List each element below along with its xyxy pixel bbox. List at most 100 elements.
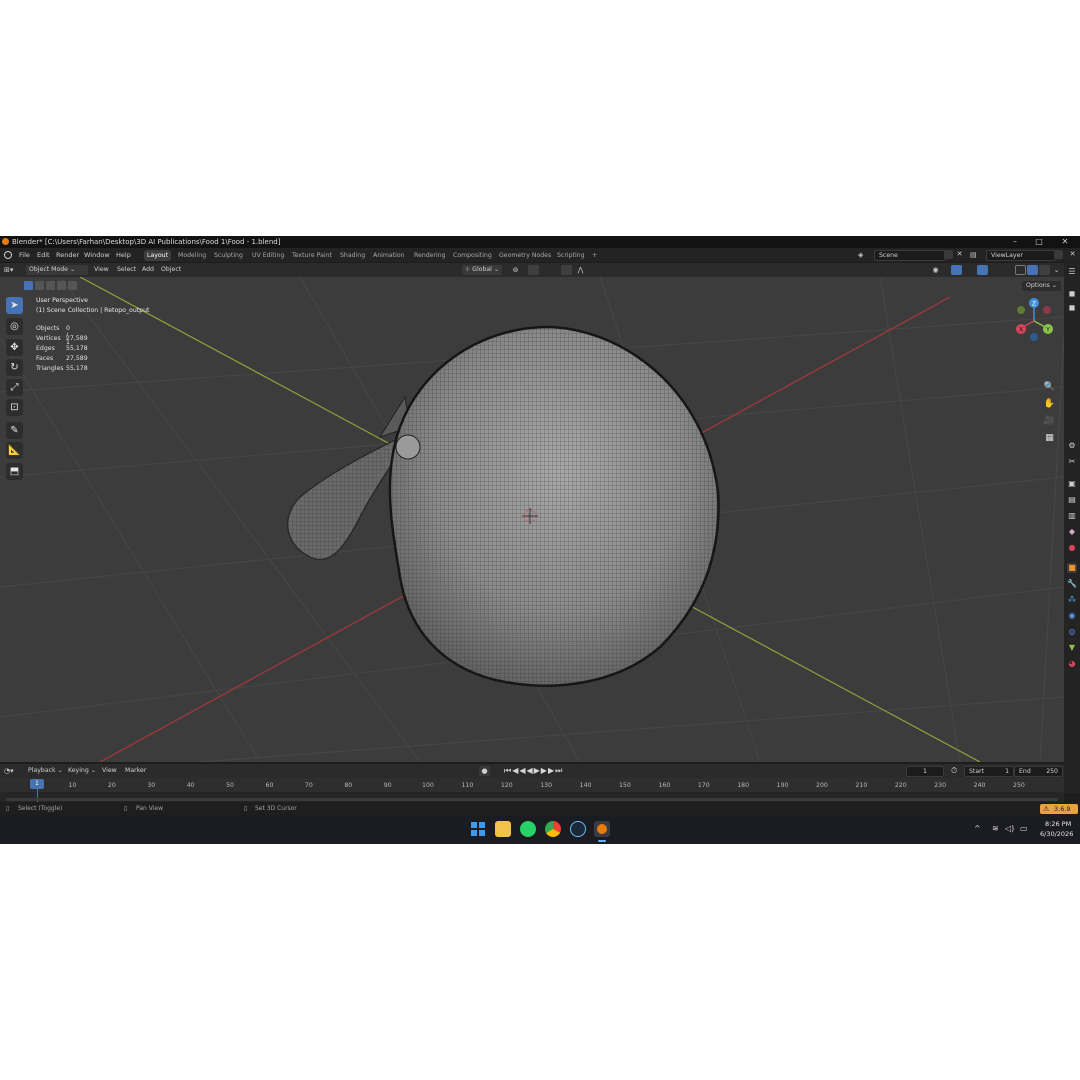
windows-start-icon[interactable] [470,821,486,837]
version-badge[interactable]: ⚠ 3.6.9 [1040,804,1078,814]
start-frame-field[interactable]: Start 1 [964,766,1014,777]
timeline-area[interactable]: 1 10 20 30 40 50 60 70 80 90 100 110 120 130 140 150 160… [0,778,1064,802]
editor-type-icon[interactable]: ⊞▾ [4,265,20,275]
select-tool-button[interactable]: ➤ [6,297,23,314]
perspective-toggle-icon[interactable]: ▦ [1043,432,1056,445]
menu-edit[interactable]: Edit [37,251,50,259]
object-mode-dropdown[interactable]: Object Mode ⌄ [26,265,88,275]
minimize-icon[interactable]: – [1004,237,1026,247]
shading-options-icon[interactable]: ⌄ [1051,265,1062,275]
menu-keying[interactable]: Keying ⌄ [65,766,99,776]
modifier-properties-icon[interactable]: 🔧 [1067,579,1077,589]
zoom-icon[interactable]: 🔍 [1043,381,1056,394]
select-invert-mode-icon[interactable] [57,281,66,290]
proportional-editing-icon[interactable] [561,265,572,275]
clock-time[interactable]: 8:26 PM [1045,820,1071,828]
tray-chevron-icon[interactable]: ^ [974,824,981,833]
view-layer-icon[interactable]: ▤ [970,251,984,259]
tab-texture-paint[interactable]: Texture Paint [289,250,335,261]
options-dropdown[interactable]: Options ⌄ [1022,281,1062,291]
xray-toggle-icon[interactable] [1001,265,1012,275]
maximize-icon[interactable]: □ [1028,237,1050,247]
pivot-point-icon[interactable]: ⊚ [510,265,521,275]
visibility-icon[interactable]: ◉ [930,265,941,275]
tab-animation[interactable]: Animation [370,250,408,261]
whatsapp-icon[interactable] [520,821,536,837]
battery-icon[interactable]: ▭ [1020,824,1028,833]
blender-taskbar-icon[interactable] [594,821,610,837]
wifi-icon[interactable]: ≋ [992,824,999,833]
pan-hand-icon[interactable]: ✋ [1043,398,1056,411]
view-layer-properties-icon[interactable]: ▥ [1067,511,1077,521]
tab-rendering[interactable]: Rendering [411,250,449,261]
camera-icon[interactable]: ◼ [1067,289,1077,299]
transform-tool-button[interactable]: ⊡ [6,399,23,416]
snap-icon[interactable] [528,265,539,275]
overlay-toggle-icon[interactable] [977,265,988,275]
select-extend-mode-icon[interactable] [35,281,44,290]
rotate-tool-button[interactable]: ↻ [6,359,23,376]
blender-menu-icon[interactable] [4,251,12,259]
world-properties-icon[interactable]: ● [1067,543,1077,553]
tab-geometry-nodes[interactable]: Geometry Nodes [496,250,554,261]
annotate-tool-button[interactable]: ✎ [6,422,23,439]
3d-viewport[interactable]: Z Y X User Perspective (1) Scene Collect… [0,277,1064,762]
physics-properties-icon[interactable]: ◉ [1067,611,1077,621]
snap-target-icon[interactable] [542,265,553,275]
scene-properties-icon[interactable]: ◆ [1067,527,1077,537]
menu-file[interactable]: File [19,251,30,259]
gizmo-toggle-icon[interactable] [951,265,962,275]
camera-view-icon[interactable]: 🎥 [1043,415,1056,428]
record-icon[interactable]: ● [479,766,490,776]
playback-controls[interactable]: ⏮◀◀◀▶▶▶⏭ [504,766,563,776]
new-view-layer-icon[interactable] [1054,250,1063,259]
particles-properties-icon[interactable]: ⁂ [1067,595,1077,605]
tab-uv-editing[interactable]: UV Editing [249,250,287,261]
current-frame-field[interactable]: 1 [906,766,944,777]
add-workspace-button[interactable]: + [589,250,600,261]
transform-orientation-dropdown[interactable]: ⊹ Global ⌄ [462,265,503,275]
material-preview-icon[interactable] [1039,265,1050,275]
scene-name-field[interactable]: Scene [874,250,946,261]
outliner-icon[interactable]: ☰ [1067,267,1077,277]
scale-tool-button[interactable]: ⤢ [6,379,23,396]
menu-object[interactable]: Object [158,265,184,275]
tab-sculpting[interactable]: Sculpting [211,250,246,261]
move-tool-button[interactable]: ✥ [6,339,23,356]
delete-scene-icon[interactable]: ✕ [955,250,964,259]
view-layer-field[interactable]: ViewLayer [986,250,1056,261]
wireframe-shading-icon[interactable] [1015,265,1026,275]
output-properties-icon[interactable]: ▤ [1067,495,1077,505]
cursor-tool-button[interactable]: ◎ [6,318,23,335]
select-box-mode-icon[interactable] [24,281,33,290]
menu-marker[interactable]: Marker [122,766,149,776]
file-explorer-icon[interactable] [495,821,511,837]
menu-select[interactable]: Select [114,265,139,275]
wrench-icon[interactable]: ✂ [1067,457,1077,467]
select-subtract-mode-icon[interactable] [46,281,55,290]
menu-timeline-view[interactable]: View [99,766,120,776]
constraints-properties-icon[interactable]: ◎ [1067,627,1077,637]
new-scene-icon[interactable] [944,250,953,259]
tool-settings-icon[interactable]: ⚙ [1067,441,1077,451]
data-properties-icon[interactable]: ▼ [1067,643,1077,653]
render-properties-icon[interactable]: ▣ [1067,479,1077,489]
menu-help[interactable]: Help [116,251,131,259]
menu-add[interactable]: Add [139,265,157,275]
tab-layout[interactable]: Layout [144,250,172,261]
chrome-icon[interactable] [545,821,561,837]
volume-icon[interactable]: ◁) [1005,824,1014,833]
tab-compositing[interactable]: Compositing [450,250,495,261]
menu-playback[interactable]: Playback ⌄ [25,766,66,776]
menu-render[interactable]: Render [56,251,79,259]
object-properties-icon[interactable]: ■ [1067,563,1077,573]
timeline-editor-type-icon[interactable]: ◔▾ [4,766,20,776]
menu-view[interactable]: View [91,265,112,275]
menu-window[interactable]: Window [84,251,110,259]
tab-shading[interactable]: Shading [337,250,368,261]
end-frame-field[interactable]: End 250 [1014,766,1063,777]
stopwatch-icon[interactable]: ⏱ [951,766,961,776]
select-intersect-mode-icon[interactable] [68,281,77,290]
timeline-scrollbar[interactable] [6,798,1058,801]
close-icon[interactable]: ✕ [1054,237,1076,247]
